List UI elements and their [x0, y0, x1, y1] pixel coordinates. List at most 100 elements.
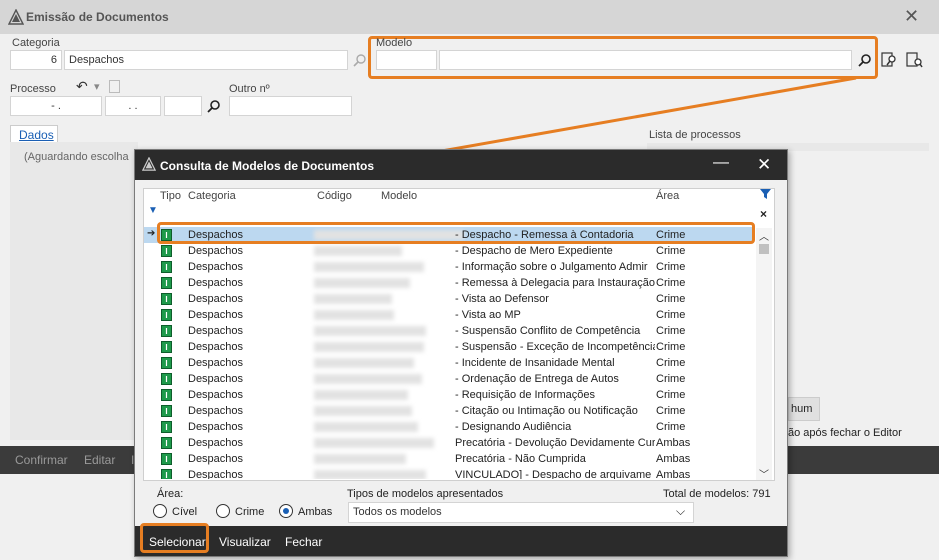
redacted-code — [314, 294, 392, 304]
redacted-code — [314, 406, 412, 416]
search-icon[interactable] — [207, 99, 221, 113]
processo-field-3[interactable] — [164, 96, 202, 116]
modelo-code-field[interactable] — [376, 50, 437, 70]
table-row[interactable]: I Despachos Precatória - Devolução Devidam… — [144, 435, 753, 451]
search-icon[interactable] — [858, 53, 872, 67]
grid-scrollbar[interactable]: ︿ ﹀ — [756, 228, 772, 481]
scroll-up-icon[interactable]: ︿ — [759, 228, 769, 243]
filter-icon[interactable]: ▼ — [148, 205, 158, 216]
editar-button[interactable]: Editar — [84, 453, 115, 467]
col-codigo[interactable]: Código — [317, 190, 352, 202]
radio-civel-label[interactable]: Cível — [172, 506, 197, 518]
document-type-icon: I — [161, 453, 172, 465]
selecionar-button[interactable]: Selecionar — [149, 535, 206, 549]
radio-civel[interactable] — [153, 504, 167, 518]
tab-dados[interactable]: Dados — [10, 125, 58, 143]
modelo-label: Modelo — [376, 37, 413, 49]
clear-filter-icon[interactable] — [759, 187, 773, 201]
dropdown-arrow-icon[interactable]: ▾ — [94, 80, 100, 93]
table-row[interactable]: I Despachos VINCULADO] - Despacho de arqui… — [144, 467, 753, 479]
consulta-modelos-dialog: Consulta de Modelos de Documentos — ✕ Ti… — [134, 149, 788, 557]
redacted-code — [314, 342, 424, 352]
row-area: Crime — [656, 293, 686, 305]
row-modelo: Precatória - Devolução Devidamente Cur — [455, 437, 655, 449]
radio-ambas-label[interactable]: Ambas — [298, 506, 332, 518]
row-categoria: Despachos — [188, 325, 244, 337]
row-area: Crime — [656, 373, 686, 385]
tipos-select-value: Todos os modelos — [353, 506, 442, 518]
table-row[interactable]: I Despachos - Despacho de Mero Expediente C… — [144, 243, 753, 259]
row-modelo: - Requisição de Informações — [455, 389, 596, 401]
categoria-name-field[interactable]: Despachos — [64, 50, 348, 70]
fechar-editor-text[interactable]: ão após fechar o Editor — [788, 427, 902, 439]
table-row[interactable]: I Despachos - Incidente de Insanidade Ment… — [144, 355, 753, 371]
row-modelo: - Ordenação de Entrega de Autos — [455, 373, 619, 385]
processo-label: Processo — [10, 83, 56, 95]
radio-crime-label[interactable]: Crime — [235, 506, 264, 518]
document-type-icon: I — [161, 277, 172, 289]
close-icon[interactable]: ✕ — [757, 155, 771, 175]
scroll-thumb[interactable] — [759, 244, 769, 254]
row-categoria: Despachos — [188, 245, 244, 257]
row-categoria: Despachos — [188, 421, 244, 433]
row-area: Ambas — [656, 437, 691, 449]
row-area: Crime — [656, 277, 686, 289]
col-area[interactable]: Área — [656, 190, 679, 202]
categoria-code-field[interactable]: 6 — [10, 50, 62, 70]
document-type-icon: I — [161, 421, 172, 433]
row-modelo: - Suspensão - Exceção de Incompetência — [455, 341, 655, 353]
search-document-icon[interactable] — [881, 51, 898, 68]
tipos-select[interactable]: Todos os modelos — [348, 502, 694, 523]
modelo-name-field[interactable] — [439, 50, 852, 70]
confirmar-button[interactable]: Confirmar — [15, 453, 68, 467]
table-row[interactable]: I Despachos - Vista ao Defensor Crime — [144, 291, 753, 307]
processo-field-1[interactable]: - . — [10, 96, 102, 116]
row-categoria: Despachos — [188, 293, 244, 305]
row-categoria: Despachos — [188, 373, 244, 385]
table-row[interactable]: I Despachos - Designando Audiência Crime — [144, 419, 753, 435]
table-row[interactable]: I Despachos - Citação ou Intimação ou Noti… — [144, 403, 753, 419]
table-row[interactable]: I Despachos - Suspensão - Exceção de Incom… — [144, 339, 753, 355]
document-type-icon: I — [161, 373, 172, 385]
table-row[interactable]: I Despachos - Vista ao MP Crime — [144, 307, 753, 323]
row-modelo: - Designando Audiência — [455, 421, 572, 433]
table-row[interactable]: I Despachos - Requisição de Informações Cri… — [144, 387, 753, 403]
table-row[interactable]: I Despachos - Remessa à Delegacia para Ins… — [144, 275, 753, 291]
table-row[interactable]: I Despachos - Suspensão Conflito de Compet… — [144, 323, 753, 339]
document-type-icon: I — [161, 309, 172, 321]
document-search-icon[interactable] — [906, 51, 923, 68]
outro-field[interactable] — [229, 96, 352, 116]
table-row[interactable]: I Despachos - Informação sobre o Julgament… — [144, 259, 753, 275]
row-categoria: Despachos — [188, 405, 244, 417]
col-modelo[interactable]: Modelo — [381, 190, 417, 202]
nenhum-button[interactable]: hum — [788, 397, 820, 421]
dialog-title: Consulta de Modelos de Documentos — [160, 159, 375, 173]
col-tipo[interactable]: Tipo — [160, 190, 181, 202]
table-row[interactable]: I Despachos - Ordenação de Entrega de Auto… — [144, 371, 753, 387]
minimize-icon[interactable]: — — [713, 154, 729, 172]
scroll-down-icon[interactable]: ﹀ — [759, 466, 769, 481]
document-type-icon: I — [161, 469, 172, 479]
fechar-button[interactable]: Fechar — [285, 535, 322, 549]
grid-rows: ➔ I Despachos - Despacho - Remessa à Contad… — [144, 227, 754, 479]
row-categoria: Despachos — [188, 309, 244, 321]
document-type-icon: I — [161, 325, 172, 337]
processo-field-2[interactable]: . . — [105, 96, 161, 116]
table-row[interactable]: I Despachos Precatória - Não Cumprida Ambas — [144, 451, 753, 467]
row-categoria: Despachos — [188, 341, 244, 353]
row-categoria: Despachos — [188, 469, 244, 479]
redacted-code — [314, 278, 410, 288]
row-categoria: Despachos — [188, 277, 244, 289]
radio-ambas[interactable] — [279, 504, 293, 518]
chevron-down-icon[interactable]: ⌵ — [676, 504, 685, 519]
col-categoria[interactable]: Categoria — [188, 190, 236, 202]
visualizar-button[interactable]: Visualizar — [219, 535, 271, 549]
clear-icon[interactable]: × — [760, 207, 767, 221]
radio-crime[interactable] — [216, 504, 230, 518]
aguardando-text: (Aguardando escolha — [24, 151, 129, 163]
close-icon[interactable]: ✕ — [904, 6, 919, 27]
search-icon[interactable] — [353, 53, 367, 67]
document-type-icon: I — [161, 389, 172, 401]
undo-icon[interactable]: ↶ — [76, 78, 88, 95]
copy-icon[interactable] — [109, 80, 120, 93]
